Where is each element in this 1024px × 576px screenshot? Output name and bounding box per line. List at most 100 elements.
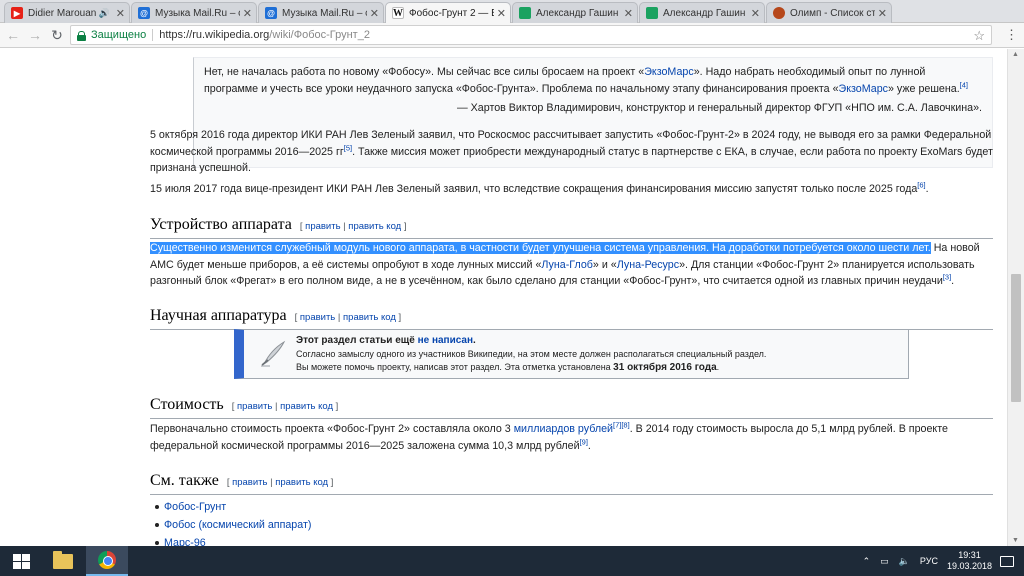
- close-icon[interactable]: ✕: [497, 7, 506, 20]
- link-exomars-2[interactable]: ЭкзоМарс: [839, 83, 888, 95]
- paragraph: 15 июля 2017 года вице-президент ИКИ РАН…: [150, 180, 929, 195]
- paragraph: 5 октября 2016 года директор ИКИ РАН Лев…: [150, 129, 993, 174]
- quote-text: Нет, не началась работа по новому «Фобос…: [204, 66, 969, 95]
- edit-code-link[interactable]: править код: [343, 312, 396, 323]
- tab-sheet-1[interactable]: Александр Гашин ✕: [512, 2, 638, 23]
- close-icon[interactable]: ✕: [370, 7, 379, 20]
- edit-link[interactable]: править: [232, 477, 267, 488]
- stub-line: Вы можете помочь проекту, написав этот р…: [296, 362, 720, 373]
- scroll-thumb[interactable]: [1011, 274, 1021, 402]
- link-luna-glob[interactable]: Луна-Глоб: [541, 259, 593, 271]
- section-heading-device: Устройство аппарата[ править | править к…: [150, 215, 993, 239]
- tab-wikipedia[interactable]: W Фобос-Грунт 2 — В ✕: [385, 2, 511, 23]
- scroll-up-icon[interactable]: ▲: [1012, 51, 1019, 58]
- olimp-icon: [773, 7, 785, 19]
- section-heading-cost: Стоимость[ править | править код ]: [150, 395, 993, 419]
- stub-title: Этот раздел статьи ещё не написан.: [296, 335, 476, 346]
- paragraph: Первоначально стоимость проекта «Фобос-Г…: [150, 420, 948, 452]
- reload-icon[interactable]: ↻: [46, 24, 68, 46]
- selected-text[interactable]: Существенно изменится служебный модуль н…: [150, 242, 931, 254]
- tab-youtube[interactable]: ▶ Didier Marouani 🔊 ✕: [4, 2, 130, 23]
- mail-ru-icon: @: [265, 7, 277, 19]
- clock-date: 19.03.2018: [946, 561, 992, 571]
- close-icon[interactable]: ✕: [878, 7, 887, 20]
- divider: [152, 29, 154, 41]
- tab-sheet-2[interactable]: Александр Гашин ✕: [639, 2, 765, 23]
- section-heading-see-also: См. также[ править | править код ]: [150, 471, 993, 495]
- quote-source: — Хартов Виктор Владимирович, конструкто…: [457, 102, 982, 114]
- edit-links: [ править | править код ]: [226, 477, 334, 488]
- taskbar: ⌃ ▭ 🔈 РУС 19:31 19.03.2018: [0, 546, 1024, 576]
- lock-icon: [77, 30, 86, 41]
- page-content: Нет, не началась работа по новому «Фобос…: [0, 49, 1024, 546]
- system-tray: ⌃ ▭ 🔈 РУС 19:31 19.03.2018: [858, 546, 1024, 576]
- forward-arrow-icon[interactable]: →: [24, 24, 46, 46]
- footnote-ref[interactable]: [7][8]: [613, 420, 630, 429]
- section-heading-science: Научная аппаратура[ править | править ко…: [150, 306, 993, 330]
- edit-links: [ править | править код ]: [299, 221, 407, 232]
- mail-ru-icon: @: [138, 7, 150, 19]
- start-button[interactable]: [0, 546, 42, 576]
- scroll-down-icon[interactable]: ▼: [1012, 537, 1019, 544]
- tab-title: Александр Гашин: [663, 7, 746, 19]
- back-arrow-icon[interactable]: ←: [2, 24, 24, 46]
- chrome-icon: [98, 551, 116, 569]
- tab-title: Олимп - Список ст: [790, 7, 875, 19]
- footnote-ref[interactable]: [5]: [344, 143, 352, 152]
- link-exomars[interactable]: ЭкзоМарс: [644, 66, 693, 78]
- edit-link[interactable]: править: [305, 221, 340, 232]
- link-luna-resurs[interactable]: Луна-Ресурс: [617, 259, 679, 271]
- address-bar[interactable]: Защищено https://ru.wikipedia.org/wiki/Ф…: [70, 25, 992, 45]
- link-mars-96[interactable]: Марс-96: [164, 537, 206, 546]
- wikipedia-icon: W: [392, 7, 404, 19]
- clock-time: 19:31: [958, 550, 981, 560]
- edit-code-link[interactable]: править код: [348, 221, 401, 232]
- footnote-ref[interactable]: [9]: [580, 437, 588, 446]
- browser-toolbar: ← → ↻ Защищено https://ru.wikipedia.org /…: [0, 23, 1024, 48]
- taskbar-explorer[interactable]: [42, 546, 84, 576]
- footnote-ref[interactable]: [6]: [917, 180, 925, 189]
- secure-label[interactable]: Защищено: [91, 29, 146, 41]
- notification-icon[interactable]: [1000, 555, 1014, 567]
- url-path: /wiki/Фобос-Грунт_2: [269, 29, 370, 41]
- footnote-ref[interactable]: [4]: [960, 80, 968, 89]
- clock[interactable]: 19:31 19.03.2018: [947, 550, 992, 572]
- sheets-icon: [519, 7, 531, 19]
- star-icon[interactable]: ☆: [973, 28, 985, 44]
- not-written-link[interactable]: не написан: [418, 335, 473, 346]
- link-billion-rubles[interactable]: миллиардов рублей: [514, 423, 613, 435]
- edit-link[interactable]: править: [300, 312, 335, 323]
- taskbar-chrome[interactable]: [86, 546, 128, 576]
- language-indicator[interactable]: РУС: [920, 556, 938, 566]
- close-icon[interactable]: ✕: [751, 7, 760, 20]
- link-fobos-grunt[interactable]: Фобос-Грунт: [164, 501, 226, 513]
- youtube-icon: ▶: [11, 7, 23, 19]
- link-fobos[interactable]: Фобос (космический аппарат): [164, 519, 311, 531]
- chevron-up-icon[interactable]: ⌃: [863, 556, 871, 567]
- speaker-icon[interactable]: 🔊: [99, 8, 110, 19]
- see-also-list: Фобос-Грунт Фобос (космический аппарат) …: [150, 498, 311, 546]
- close-icon[interactable]: ✕: [624, 7, 633, 20]
- list-item: Фобос-Грунт: [150, 498, 311, 516]
- tab-mail-music-1[interactable]: @ Музыка Mail.Ru – с ✕: [131, 2, 257, 23]
- tab-title: Музыка Mail.Ru – с: [155, 7, 240, 19]
- windows-icon: [12, 553, 30, 569]
- sheets-icon: [646, 7, 658, 19]
- menu-icon[interactable]: ⋮: [1005, 27, 1018, 43]
- network-icon[interactable]: ▭: [880, 556, 889, 567]
- edit-link[interactable]: править: [237, 401, 272, 412]
- vertical-scrollbar[interactable]: ▲ ▼: [1007, 49, 1024, 546]
- volume-icon[interactable]: 🔈: [899, 556, 910, 567]
- close-icon[interactable]: ✕: [243, 7, 252, 20]
- edit-links: [ править | править код ]: [231, 401, 339, 412]
- edit-code-link[interactable]: править код: [280, 401, 333, 412]
- footnote-ref[interactable]: [3]: [943, 272, 951, 281]
- close-icon[interactable]: ✕: [116, 7, 125, 20]
- tab-olimp[interactable]: Олимп - Список ст ✕: [766, 2, 892, 23]
- folder-icon: [53, 550, 73, 569]
- list-item: Фобос (космический аппарат): [150, 516, 311, 534]
- edit-code-link[interactable]: править код: [275, 477, 328, 488]
- url-host: https://ru.wikipedia.org: [159, 29, 270, 41]
- tab-mail-music-2[interactable]: @ Музыка Mail.Ru – с ✕: [258, 2, 384, 23]
- tab-title: Didier Marouani: [28, 7, 96, 19]
